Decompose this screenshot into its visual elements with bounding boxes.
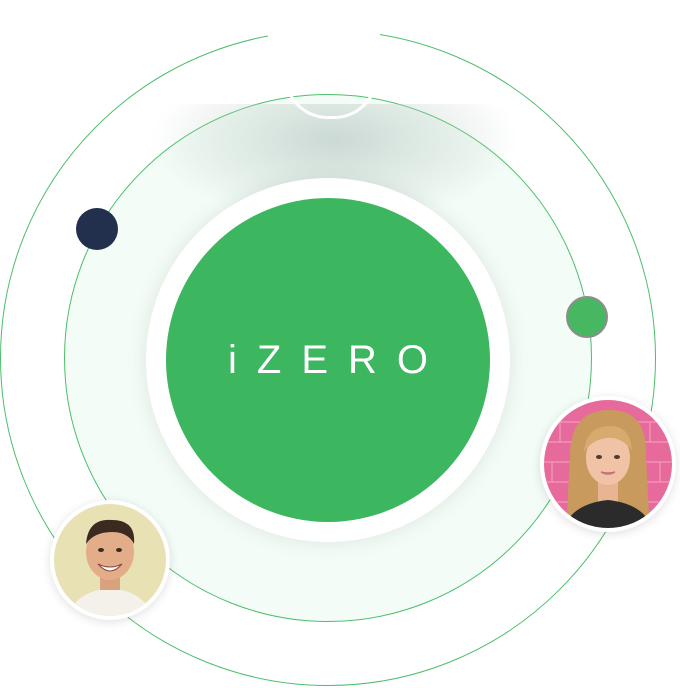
core-circle: iZERO	[166, 198, 490, 522]
brand-logo-text: iZERO	[228, 337, 448, 382]
woman-avatar-icon	[544, 400, 672, 528]
orbit-illustration: iZERO	[0, 0, 680, 688]
woman-avatar	[540, 396, 676, 532]
navy-orbit-dot	[76, 208, 118, 250]
green-orbit-dot	[566, 296, 608, 338]
man-avatar	[50, 500, 170, 620]
orbit-gap	[268, 26, 380, 38]
man-avatar-icon	[54, 504, 166, 616]
